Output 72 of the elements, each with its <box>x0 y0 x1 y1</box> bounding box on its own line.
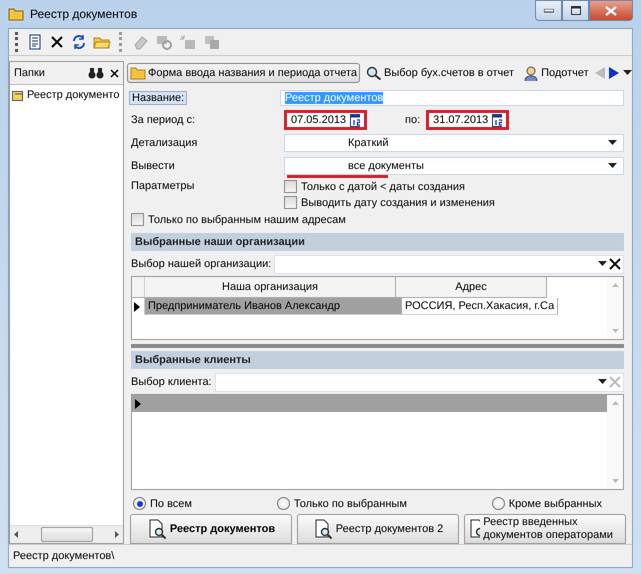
dropdown-arrow-icon[interactable] <box>608 162 617 168</box>
document-icon[interactable] <box>27 34 43 50</box>
document-magnifier-icon <box>146 519 167 539</box>
status-text: Реестр документов\ <box>13 550 114 562</box>
report-button[interactable]: Реестр документов 2 <box>297 514 459 544</box>
window-title: Реестр документов <box>30 7 138 21</box>
binoculars-icon[interactable] <box>88 67 104 79</box>
tab[interactable]: Форма ввода названия и периода отчета <box>127 63 360 83</box>
section-header: Выбранные клиенты <box>131 351 624 369</box>
radio-label: Кроме выбранных <box>508 498 602 510</box>
dropdown-arrow-icon[interactable] <box>598 379 607 385</box>
scroll-left-icon[interactable] <box>14 531 18 538</box>
folder-icon <box>12 90 23 100</box>
checkbox-label: Только с датой < даты создания <box>301 180 465 192</box>
calendar-icon[interactable] <box>492 113 502 127</box>
dropdown-arrow-icon[interactable] <box>598 261 607 267</box>
checkbox-label: Выводить дату создания и изменения <box>301 196 495 208</box>
dropdown[interactable]: Краткий <box>284 134 624 152</box>
row-pointer-icon <box>134 302 140 312</box>
radio-button[interactable] <box>276 497 290 510</box>
radio-label: Только по выбранным <box>294 498 407 510</box>
calendar-icon[interactable] <box>350 113 360 127</box>
folder-icon <box>130 66 146 80</box>
close-icon[interactable] <box>110 68 119 78</box>
checkbox[interactable] <box>284 180 297 193</box>
tab[interactable]: Подотчет <box>520 62 592 84</box>
field-label: Вывести <box>130 160 176 172</box>
table-cell: Предприниматель Иванов Александр <box>145 298 402 315</box>
date-field[interactable]: 07.05.2013 <box>284 110 367 130</box>
radio-button[interactable] <box>492 497 505 510</box>
column-header: Адрес <box>396 277 547 298</box>
checkbox-label: Только по выбранным нашим адресам <box>148 214 346 226</box>
field-label: Паратметры <box>130 180 196 192</box>
column-header: Наша организация <box>145 277 396 298</box>
cross-icon[interactable] <box>49 34 65 50</box>
field-label: Выбор клиента: <box>131 376 212 388</box>
field-label: Название: <box>129 90 188 104</box>
scroll-right-icon[interactable] <box>115 531 119 538</box>
table-cell: РОССИЯ, Респ.Хакасия, г.Са <box>402 298 558 315</box>
document-magnifier-icon <box>468 519 480 539</box>
maximize-icon <box>570 6 580 15</box>
report-button[interactable]: Реестр введенных документов операторами <box>464 514 626 544</box>
arrow-right-icon[interactable] <box>609 67 619 79</box>
maximize-button[interactable] <box>562 0 589 21</box>
tree-item[interactable]: Реестр документо <box>10 85 123 105</box>
panel-title: Папки <box>14 67 46 79</box>
dropdown-arrow-icon[interactable] <box>623 70 632 76</box>
section-header: Выбранные наши организации <box>131 233 624 251</box>
close-icon <box>605 6 617 16</box>
scrollbar[interactable] <box>10 525 123 543</box>
dropdown-arrow-icon[interactable] <box>608 140 617 146</box>
refresh-icon[interactable] <box>71 34 87 50</box>
field-label: Выбор нашей организации: <box>131 258 272 270</box>
row-pointer-icon <box>135 398 141 408</box>
search-icon <box>366 66 382 80</box>
radio-button[interactable] <box>133 497 146 510</box>
report-button[interactable]: Реестр документов <box>130 514 292 544</box>
minimize-button[interactable] <box>535 0 562 21</box>
checkbox[interactable] <box>131 213 144 226</box>
minimize-icon <box>544 8 554 12</box>
folder-icon <box>8 7 24 21</box>
field-label: За период с: <box>130 114 196 126</box>
date-field[interactable]: 31.07.2013 <box>426 110 510 130</box>
checkbox[interactable] <box>284 196 297 209</box>
clear-icon[interactable] <box>609 258 621 270</box>
field-label: Детализация <box>130 136 198 148</box>
close-button[interactable] <box>589 0 633 21</box>
person-icon <box>523 65 540 81</box>
field-label: по: <box>405 114 420 126</box>
radio-label: По всем <box>150 498 192 510</box>
tab[interactable]: Выбор бух.счетов в отчет <box>362 63 518 83</box>
document-magnifier-icon <box>312 519 333 539</box>
